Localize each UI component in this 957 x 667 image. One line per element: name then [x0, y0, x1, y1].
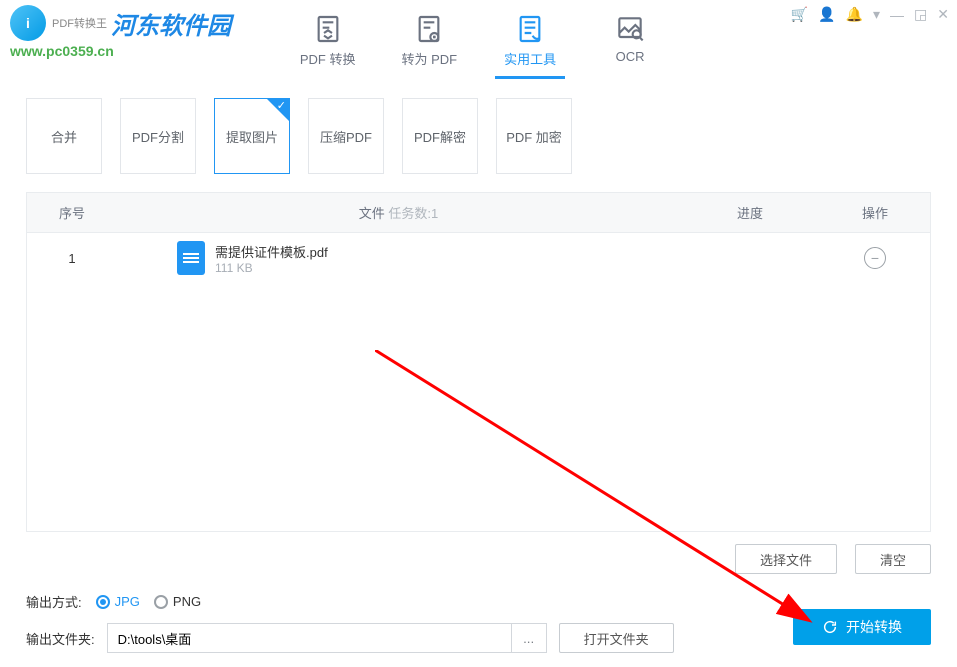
row-file: 需提供证件模板.pdf 111 KB — [117, 241, 680, 275]
start-convert-button[interactable]: 开始转换 — [793, 609, 931, 645]
tool-extract-images[interactable]: 提取图片 — [214, 98, 290, 174]
tool-merge[interactable]: 合并 — [26, 98, 102, 174]
menu-icon[interactable]: ▾ — [873, 6, 880, 23]
radio-jpg[interactable]: JPG — [96, 594, 140, 609]
site-name: 河东软件园 — [111, 6, 231, 41]
folder-label: 输出文件夹: — [26, 629, 95, 648]
radio-png[interactable]: PNG — [154, 594, 201, 609]
close-icon[interactable]: ✕ — [937, 6, 949, 23]
file-size: 111 KB — [215, 261, 328, 275]
app-title-small: PDF转换王 — [52, 15, 107, 31]
nav-label: 实用工具 — [504, 49, 556, 68]
path-box: ... — [107, 623, 547, 653]
nav-pdf-convert[interactable]: PDF 转换 — [292, 1, 364, 79]
choose-file-button[interactable]: 选择文件 — [735, 544, 837, 574]
tool-label: PDF 加密 — [506, 127, 562, 146]
tool-split[interactable]: PDF分割 — [120, 98, 196, 174]
tool-label: PDF解密 — [414, 127, 466, 146]
tool-label: 压缩PDF — [320, 127, 372, 146]
tool-compress[interactable]: 压缩PDF — [308, 98, 384, 174]
refresh-icon — [822, 619, 838, 635]
document-hand-icon — [514, 13, 546, 45]
cart-icon[interactable]: 🛒 — [791, 6, 808, 23]
nav-tools[interactable]: 实用工具 — [495, 1, 565, 79]
minimize-icon[interactable]: — — [890, 7, 904, 23]
browse-button[interactable]: ... — [511, 623, 547, 653]
header-file: 文件 任务数:1 — [117, 203, 680, 222]
tool-row: 合并 PDF分割 提取图片 压缩PDF PDF解密 PDF 加密 — [0, 80, 957, 184]
tool-decrypt[interactable]: PDF解密 — [402, 98, 478, 174]
site-logo-icon: i — [10, 5, 46, 41]
title-bar: i PDF转换王 河东软件园 www.pc0359.cn PDF 转换 转为 P… — [0, 0, 957, 80]
nav-label: OCR — [616, 49, 645, 64]
table-row: 1 需提供证件模板.pdf 111 KB − — [27, 233, 930, 283]
nav-ocr[interactable]: OCR — [595, 1, 665, 79]
nav-label: 转为 PDF — [402, 49, 458, 68]
header-progress: 进度 — [680, 203, 820, 222]
table-header: 序号 文件 任务数:1 进度 操作 — [27, 193, 930, 233]
remove-row-button[interactable]: − — [864, 247, 886, 269]
bell-icon[interactable]: 🔔 — [846, 6, 863, 23]
site-url: www.pc0359.cn — [10, 43, 114, 59]
maximize-icon[interactable]: ◲ — [914, 6, 927, 23]
main-nav: PDF 转换 转为 PDF 实用工具 OCR — [292, 1, 665, 79]
tool-label: PDF分割 — [132, 127, 184, 146]
logo-area: i PDF转换王 河东软件园 www.pc0359.cn — [10, 5, 231, 59]
image-magnify-icon — [614, 13, 646, 45]
document-arrow-icon — [312, 13, 344, 45]
nav-to-pdf[interactable]: 转为 PDF — [394, 1, 466, 79]
check-corner-icon — [267, 99, 289, 121]
radio-dot-icon — [96, 595, 110, 609]
tool-encrypt[interactable]: PDF 加密 — [496, 98, 572, 174]
clear-button[interactable]: 清空 — [855, 544, 931, 574]
row-seq: 1 — [27, 251, 117, 266]
header-seq: 序号 — [27, 203, 117, 222]
radio-dot-icon — [154, 595, 168, 609]
output-path-input[interactable] — [107, 623, 511, 653]
open-folder-button[interactable]: 打开文件夹 — [559, 623, 674, 653]
file-actions: 选择文件 清空 — [0, 532, 957, 574]
nav-label: PDF 转换 — [300, 49, 356, 68]
tool-label: 合并 — [51, 127, 77, 146]
tool-label: 提取图片 — [226, 127, 278, 146]
row-op: − — [820, 247, 930, 269]
header-op: 操作 — [820, 203, 930, 222]
format-label: 输出方式: — [26, 592, 82, 611]
file-table: 序号 文件 任务数:1 进度 操作 1 需提供证件模板.pdf 111 KB − — [26, 192, 931, 532]
window-controls: 🛒 👤 🔔 ▾ — ◲ ✕ — [791, 6, 949, 23]
user-icon[interactable]: 👤 — [818, 6, 835, 23]
file-icon — [177, 241, 205, 275]
file-name: 需提供证件模板.pdf — [215, 242, 328, 261]
document-to-icon — [413, 13, 445, 45]
